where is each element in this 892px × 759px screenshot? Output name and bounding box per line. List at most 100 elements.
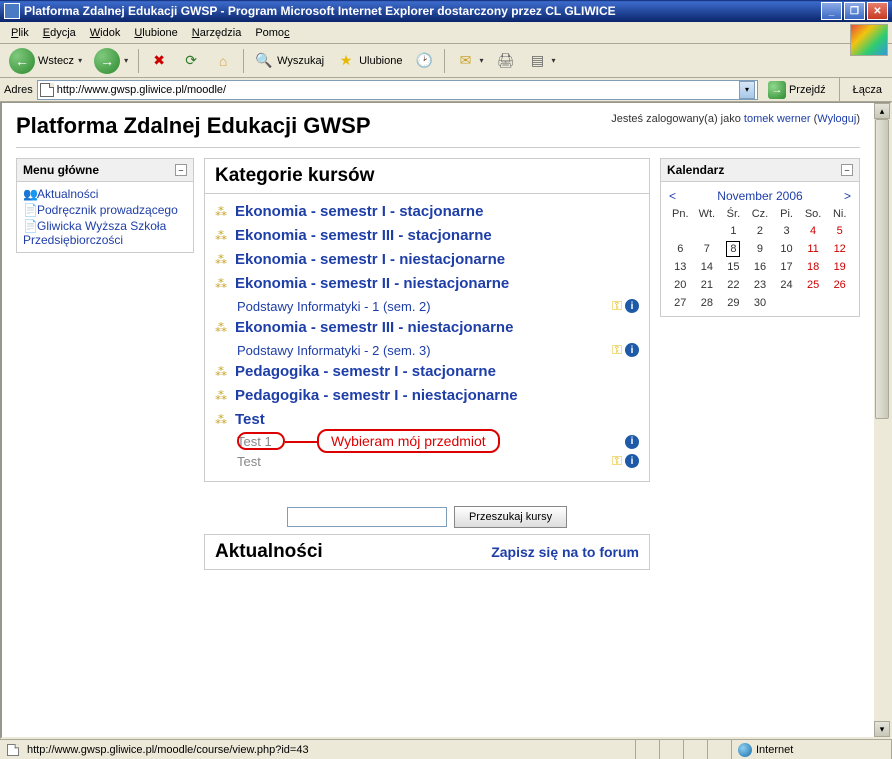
info-icon[interactable]: i <box>625 299 639 313</box>
course-search-button[interactable]: Przeszukaj kursy <box>454 506 567 528</box>
sidebar-item-0[interactable]: 👥Aktualności <box>23 186 187 202</box>
go-button[interactable]: → Przejdź <box>762 80 832 100</box>
menubar: Plik Edycja Widok Ulubione Narzędzia Pom… <box>0 22 892 44</box>
course-link[interactable]: Podstawy Informatyki - 2 (sem. 3) <box>237 343 612 358</box>
calendar-cell <box>800 294 827 312</box>
address-input[interactable] <box>57 82 739 98</box>
content-viewport: Platforma Zdalnej Edukacji GWSP Jesteś z… <box>0 102 892 739</box>
block-collapse-icon[interactable]: – <box>175 164 187 176</box>
news-subscribe-link[interactable]: Zapisz się na to forum <box>491 544 639 560</box>
calendar-cell[interactable]: 2 <box>747 222 774 240</box>
calendar-next-link[interactable]: > <box>844 189 851 203</box>
calendar-month-link[interactable]: November 2006 <box>717 189 802 203</box>
calendar-cell[interactable]: 9 <box>747 240 774 258</box>
menu-edit[interactable]: Edycja <box>36 25 83 41</box>
links-label[interactable]: Łącza <box>847 84 888 96</box>
category-link[interactable]: Ekonomia - semestr II - niestacjonarne <box>235 275 509 293</box>
sidebar-item-2[interactable]: 📄Gliwicka Wyższa Szkoła Przedsiębiorczoś… <box>23 218 187 248</box>
category-link[interactable]: Ekonomia - semestr I - niestacjonarne <box>235 251 505 269</box>
history-button[interactable]: 🕑 <box>409 48 439 74</box>
menu-view[interactable]: Widok <box>83 25 128 41</box>
category-link[interactable]: Ekonomia - semestr I - stacjonarne <box>235 203 483 221</box>
calendar-cell[interactable]: 28 <box>694 294 721 312</box>
forward-button[interactable]: → ▾ <box>89 45 133 77</box>
calendar-cell[interactable]: 5 <box>826 222 853 240</box>
status-empty-2 <box>660 740 684 759</box>
calendar-cell[interactable]: 16 <box>747 258 774 276</box>
mail-icon: ✉ <box>455 51 475 71</box>
calendar-cell[interactable]: 24 <box>773 276 800 294</box>
minimize-button[interactable]: _ <box>821 2 842 20</box>
info-icon[interactable]: i <box>625 454 639 468</box>
scroll-thumb[interactable] <box>875 119 889 419</box>
calendar-cell[interactable]: 26 <box>826 276 853 294</box>
category-link[interactable]: Pedagogika - semestr I - niestacjonarne <box>235 387 518 405</box>
stop-button[interactable]: ✖ <box>144 48 174 74</box>
calendar-cell[interactable]: 11 <box>800 240 827 258</box>
menu-file[interactable]: Plik <box>4 25 36 41</box>
category-link[interactable]: Ekonomia - semestr III - niestacjonarne <box>235 319 513 337</box>
logout-link[interactable]: Wyloguj <box>817 113 856 125</box>
course-search-input[interactable] <box>287 507 447 527</box>
calendar-cell[interactable]: 30 <box>747 294 774 312</box>
calendar-cell[interactable]: 29 <box>720 294 747 312</box>
sidebar-item-label: Podręcznik prowadzącego <box>37 203 178 217</box>
mail-button[interactable]: ✉▾ <box>450 48 488 74</box>
close-button[interactable]: ✕ <box>867 2 888 20</box>
home-button[interactable]: ⌂ <box>208 48 238 74</box>
scroll-up-button[interactable]: ▴ <box>874 103 890 119</box>
calendar-cell[interactable]: 25 <box>800 276 827 294</box>
calendar-cell[interactable]: 17 <box>773 258 800 276</box>
category-link[interactable]: Ekonomia - semestr III - stacjonarne <box>235 227 492 245</box>
user-link[interactable]: tomek werner <box>744 113 811 125</box>
annotation-line <box>285 441 317 443</box>
calendar-cell[interactable]: 23 <box>747 276 774 294</box>
vertical-scrollbar[interactable]: ▴ ▾ <box>874 103 890 737</box>
calendar-cell[interactable]: 10 <box>773 240 800 258</box>
address-dropdown[interactable]: ▾ <box>739 81 755 99</box>
page-icon: 📄 <box>23 219 37 233</box>
calendar-cell[interactable]: 8 <box>720 240 747 258</box>
category-link[interactable]: Pedagogika - semestr I - stacjonarne <box>235 363 496 381</box>
calendar-cell[interactable]: 12 <box>826 240 853 258</box>
calendar-cell[interactable]: 19 <box>826 258 853 276</box>
maximize-button[interactable]: ❐ <box>844 2 865 20</box>
address-label: Adres <box>4 84 33 96</box>
calendar-cell[interactable]: 1 <box>720 222 747 240</box>
scroll-down-button[interactable]: ▾ <box>874 721 890 737</box>
calendar-cell[interactable]: 3 <box>773 222 800 240</box>
course-link[interactable]: Test <box>237 454 612 469</box>
menu-help[interactable]: Pomoc <box>248 25 296 41</box>
print-button[interactable]: 🖨 <box>491 48 521 74</box>
calendar-cell[interactable]: 18 <box>800 258 827 276</box>
favorites-button[interactable]: ★ Ulubione <box>331 48 407 74</box>
menu-tools[interactable]: Narzędzia <box>185 25 249 41</box>
info-icon[interactable]: i <box>625 343 639 357</box>
edit-icon: ▤ <box>528 51 548 71</box>
calendar-cell[interactable]: 15 <box>720 258 747 276</box>
calendar-cell[interactable]: 7 <box>694 240 721 258</box>
calendar-cell[interactable]: 22 <box>720 276 747 294</box>
sidebar-item-1[interactable]: 📄Podręcznik prowadzącego <box>23 202 187 218</box>
status-url-text: http://www.gwsp.gliwice.pl/moodle/course… <box>27 744 309 756</box>
calendar-cell[interactable]: 4 <box>800 222 827 240</box>
block-collapse-icon[interactable]: – <box>841 164 853 176</box>
refresh-button[interactable]: ⟳ <box>176 48 206 74</box>
edit-button[interactable]: ▤▾ <box>523 48 561 74</box>
calendar-cell[interactable]: 20 <box>667 276 694 294</box>
calendar-cell[interactable]: 21 <box>694 276 721 294</box>
calendar-cell[interactable]: 6 <box>667 240 694 258</box>
calendar-prev-link[interactable]: < <box>669 189 676 203</box>
calendar-cell[interactable]: 13 <box>667 258 694 276</box>
search-button[interactable]: 🔍 Wyszukaj <box>249 48 329 74</box>
category-link[interactable]: Test <box>235 411 265 429</box>
course-link[interactable]: Podstawy Informatyki - 1 (sem. 2) <box>237 299 612 314</box>
back-button[interactable]: ← Wstecz ▾ <box>4 45 87 77</box>
calendar-cell[interactable]: 27 <box>667 294 694 312</box>
info-icon[interactable]: i <box>625 435 639 449</box>
menu-favorites[interactable]: Ulubione <box>127 25 184 41</box>
calendar-cell[interactable]: 14 <box>694 258 721 276</box>
annotation-label: Wybieram mój przedmiot <box>317 429 500 453</box>
ie-throbber-icon <box>850 24 888 56</box>
print-icon: 🖨 <box>496 51 516 71</box>
